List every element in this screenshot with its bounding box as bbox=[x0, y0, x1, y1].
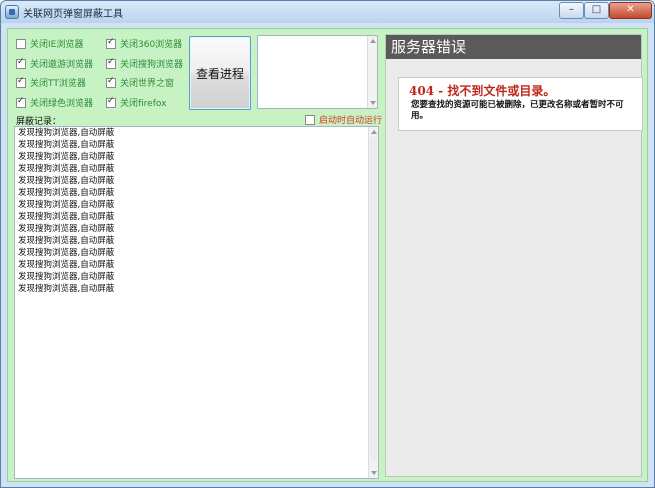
option-label: 关闭TT浏览器 bbox=[30, 79, 86, 89]
log-line: 发现搜狗浏览器,自动屏蔽 bbox=[18, 152, 115, 162]
option-close-theworld[interactable]: 关闭世界之窗 bbox=[106, 76, 174, 89]
app-window: 关联网页弹窗屏蔽工具 – □ ✕ 关闭IE浏览器 关闭360浏览器 关闭遨游浏览… bbox=[0, 0, 655, 488]
listbox-scrollbar[interactable] bbox=[367, 36, 377, 108]
option-label: 关闭绿色浏览器 bbox=[30, 99, 94, 109]
error-message: 您要查找的资源可能已被删除，已更改名称或者暂时不可用。 bbox=[411, 100, 624, 121]
checkbox-close-tt[interactable] bbox=[16, 76, 26, 88]
option-label: 关闭firefox bbox=[120, 99, 167, 109]
log-line: 发现搜狗浏览器,自动屏蔽 bbox=[18, 164, 115, 174]
scroll-down-arrow-icon[interactable] bbox=[370, 101, 376, 105]
option-label: 关闭IE浏览器 bbox=[30, 40, 84, 50]
maximize-button[interactable]: □ bbox=[584, 2, 609, 19]
checkbox-close-sogou[interactable] bbox=[106, 57, 116, 69]
autorun-checkbox[interactable] bbox=[305, 114, 315, 125]
log-line: 发现搜狗浏览器,自动屏蔽 bbox=[18, 140, 115, 150]
log-lines: 发现搜狗浏览器,自动屏蔽 发现搜狗浏览器,自动屏蔽 发现搜狗浏览器,自动屏蔽 发现搜狗… bbox=[15, 127, 378, 295]
option-close-ie[interactable]: 关闭IE浏览器 bbox=[16, 37, 83, 50]
error-title: 404 - 找不到文件或目录。 bbox=[409, 84, 556, 98]
view-process-button[interactable]: 查看进程 bbox=[189, 36, 251, 110]
log-line: 发现搜狗浏览器,自动屏蔽 bbox=[18, 188, 115, 198]
log-line: 发现搜狗浏览器,自动屏蔽 bbox=[18, 236, 115, 246]
option-close-sogou[interactable]: 关闭搜狗浏览器 bbox=[106, 57, 183, 70]
log-line: 发现搜狗浏览器,自动屏蔽 bbox=[18, 248, 115, 258]
log-scrollbar[interactable] bbox=[368, 127, 378, 478]
scroll-up-arrow-icon[interactable] bbox=[370, 39, 376, 43]
app-icon bbox=[5, 5, 19, 19]
checkbox-close-theworld[interactable] bbox=[106, 76, 116, 88]
window-controls: – □ ✕ bbox=[559, 2, 652, 20]
log-line: 发现搜狗浏览器,自动屏蔽 bbox=[18, 212, 115, 222]
minimize-button[interactable]: – bbox=[559, 2, 584, 19]
checkbox-close-green[interactable] bbox=[16, 96, 26, 108]
log-line: 发现搜狗浏览器,自动屏蔽 bbox=[18, 200, 115, 210]
checkbox-close-firefox[interactable] bbox=[106, 96, 116, 108]
window-title: 关联网页弹窗屏蔽工具 bbox=[23, 9, 123, 20]
checkbox-close-maxthon[interactable] bbox=[16, 57, 26, 69]
title-bar[interactable]: 关联网页弹窗屏蔽工具 – □ ✕ bbox=[1, 1, 654, 23]
autorun-label: 启动时自动运行 bbox=[319, 116, 383, 126]
log-line: 发现搜狗浏览器,自动屏蔽 bbox=[18, 272, 115, 282]
autorun-option[interactable]: 启动时自动运行 bbox=[305, 113, 382, 126]
option-close-360[interactable]: 关闭360浏览器 bbox=[106, 37, 182, 50]
log-line: 发现搜狗浏览器,自动屏蔽 bbox=[18, 260, 115, 270]
close-button[interactable]: ✕ bbox=[609, 2, 652, 19]
scroll-thumb[interactable] bbox=[370, 137, 377, 459]
checkbox-close-ie[interactable] bbox=[16, 38, 26, 49]
process-listbox[interactable] bbox=[257, 35, 378, 109]
log-line: 发现搜狗浏览器,自动屏蔽 bbox=[18, 284, 115, 294]
scroll-up-arrow-icon[interactable] bbox=[371, 130, 377, 134]
option-label: 关闭遨游浏览器 bbox=[30, 60, 94, 70]
option-label: 关闭360浏览器 bbox=[120, 40, 183, 50]
server-error-header: 服务器错误 bbox=[386, 35, 641, 59]
error-content-box: 404 - 找不到文件或目录。 您要查找的资源可能已被删除，已更改名称或者暂时不… bbox=[398, 77, 643, 131]
log-line: 发现搜狗浏览器,自动屏蔽 bbox=[18, 176, 115, 186]
checkbox-close-360[interactable] bbox=[106, 37, 116, 49]
scroll-down-arrow-icon[interactable] bbox=[371, 471, 377, 475]
client-area: 关闭IE浏览器 关闭360浏览器 关闭遨游浏览器 关闭搜狗浏览器 关闭TT浏览器… bbox=[7, 28, 648, 482]
option-label: 关闭搜狗浏览器 bbox=[120, 60, 184, 70]
block-log-textbox[interactable]: 发现搜狗浏览器,自动屏蔽 发现搜狗浏览器,自动屏蔽 发现搜狗浏览器,自动屏蔽 发现搜狗… bbox=[14, 126, 379, 479]
web-browser-panel[interactable]: 服务器错误 404 - 找不到文件或目录。 您要查找的资源可能已被删除，已更改名… bbox=[385, 34, 643, 477]
log-line: 发现搜狗浏览器,自动屏蔽 bbox=[18, 224, 115, 234]
option-close-maxthon[interactable]: 关闭遨游浏览器 bbox=[16, 57, 93, 70]
log-line: 发现搜狗浏览器,自动屏蔽 bbox=[18, 128, 115, 138]
option-close-green[interactable]: 关闭绿色浏览器 bbox=[16, 96, 93, 109]
option-close-tt[interactable]: 关闭TT浏览器 bbox=[16, 76, 86, 89]
option-label: 关闭世界之窗 bbox=[120, 79, 175, 89]
option-close-firefox[interactable]: 关闭firefox bbox=[106, 96, 166, 109]
